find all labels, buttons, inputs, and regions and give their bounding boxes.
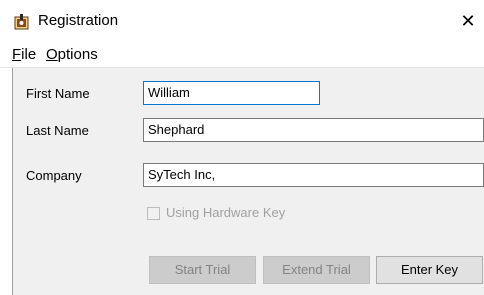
menu-file-label: ile — [21, 46, 37, 63]
extend-trial-button[interactable]: Extend Trial — [263, 256, 370, 284]
menu-options-label: ptions — [57, 46, 98, 63]
title-bar: Registration ✕ — [0, 0, 484, 43]
start-trial-button[interactable]: Start Trial — [149, 256, 256, 284]
enter-key-button[interactable]: Enter Key — [376, 256, 483, 284]
company-field[interactable]: SyTech Inc, — [143, 163, 484, 187]
hardware-key-checkbox[interactable] — [147, 207, 160, 220]
menu-file[interactable]: File — [12, 46, 36, 63]
menu-options[interactable]: Options — [46, 46, 98, 63]
window-title: Registration — [38, 12, 119, 29]
hardware-key-label: Using Hardware Key — [166, 205, 286, 220]
first-name-label: First Name — [26, 86, 90, 101]
menu-options-mnemonic: O — [46, 46, 58, 63]
menu-file-mnemonic: F — [12, 46, 22, 63]
company-label: Company — [26, 168, 82, 183]
close-button[interactable]: ✕ — [456, 10, 480, 34]
registration-window: Registration ✕ File Options First Name W… — [0, 0, 484, 295]
last-name-field[interactable]: Shephard — [143, 118, 484, 142]
first-name-field[interactable]: William — [143, 81, 320, 105]
registration-app-icon — [14, 14, 29, 30]
close-icon: ✕ — [460, 11, 476, 31]
menu-bar: File Options — [0, 43, 484, 67]
last-name-label: Last Name — [26, 123, 89, 138]
